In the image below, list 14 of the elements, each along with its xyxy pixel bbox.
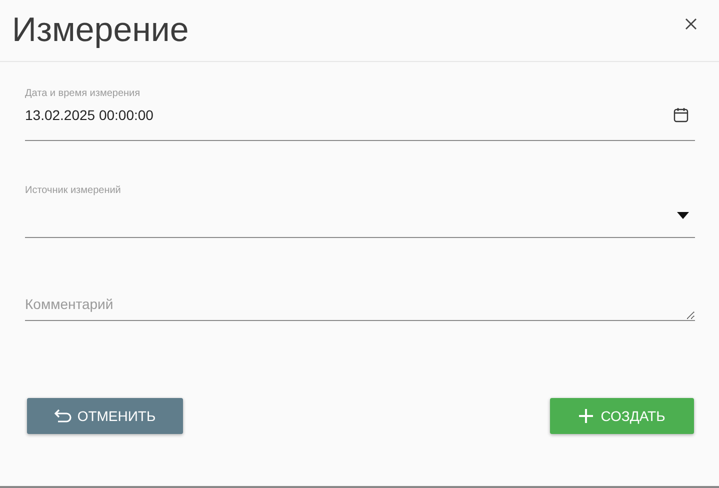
field-value: 13.02.2025 00:00:00 <box>25 107 154 123</box>
create-button[interactable]: СОЗДАТЬ <box>550 398 694 434</box>
select-field[interactable]: Источник измерений <box>25 185 695 238</box>
close-icon[interactable] <box>685 18 697 30</box>
calendar-icon[interactable] <box>673 107 689 123</box>
undo-arrow-icon <box>54 409 72 423</box>
plus-icon <box>578 409 593 423</box>
date-field[interactable]: Дата и время измерения 13.02.2025 00:00:00 <box>25 88 695 141</box>
field-label: Дата и время измерения <box>25 88 142 99</box>
field-label: Источник измерений <box>25 185 122 196</box>
dialog-title: Измерение <box>12 11 189 50</box>
comment-field[interactable]: Комментарий <box>25 296 695 320</box>
dropdown-caret-icon <box>677 212 689 219</box>
cancel-button[interactable]: ОТМЕНИТЬ <box>27 398 183 434</box>
